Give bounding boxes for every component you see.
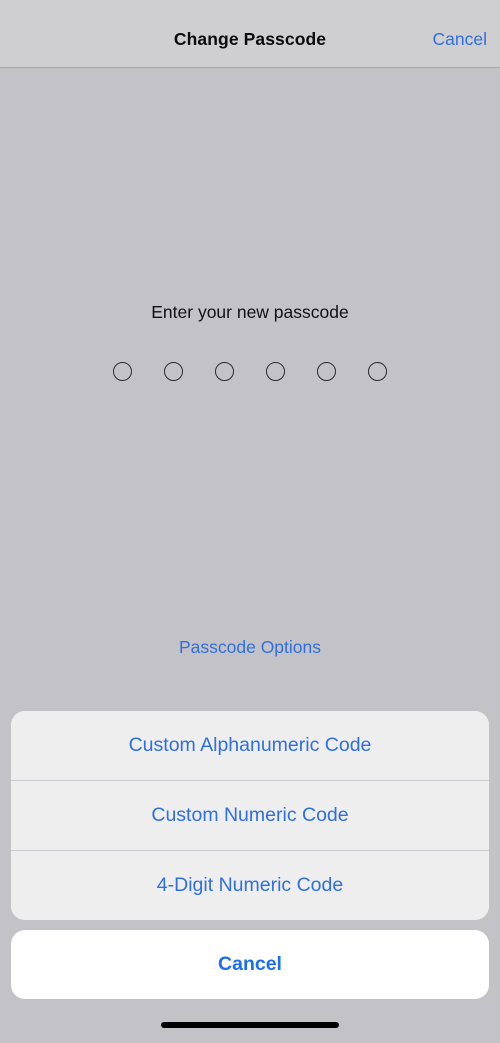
navigation-bar: Change Passcode Cancel <box>0 0 500 68</box>
action-sheet-option-custom-alphanumeric-code[interactable]: Custom Alphanumeric Code <box>11 711 489 780</box>
home-indicator[interactable] <box>161 1022 339 1028</box>
navbar-separator <box>0 67 500 68</box>
action-sheet-option-4-digit-numeric-code[interactable]: 4-Digit Numeric Code <box>11 851 489 920</box>
passcode-dot-6 <box>368 362 387 381</box>
action-sheet-options-group: Custom Alphanumeric Code Custom Numeric … <box>11 711 489 920</box>
action-sheet-cancel-button[interactable]: Cancel <box>11 930 489 999</box>
passcode-dots <box>0 362 500 381</box>
passcode-dot-2 <box>164 362 183 381</box>
passcode-options-link[interactable]: Passcode Options <box>0 636 500 659</box>
passcode-dot-4 <box>266 362 285 381</box>
passcode-dot-3 <box>215 362 234 381</box>
action-sheet: Custom Alphanumeric Code Custom Numeric … <box>11 711 489 999</box>
page-title: Change Passcode <box>173 29 327 49</box>
action-sheet-option-custom-numeric-code[interactable]: Custom Numeric Code <box>11 781 489 850</box>
passcode-dot-1 <box>113 362 132 381</box>
navbar-cancel-button[interactable]: Cancel <box>433 28 487 50</box>
passcode-prompt-label: Enter your new passcode <box>151 302 349 322</box>
passcode-dot-5 <box>317 362 336 381</box>
phone-screen: Change Passcode Cancel Enter your new pa… <box>0 0 500 1043</box>
